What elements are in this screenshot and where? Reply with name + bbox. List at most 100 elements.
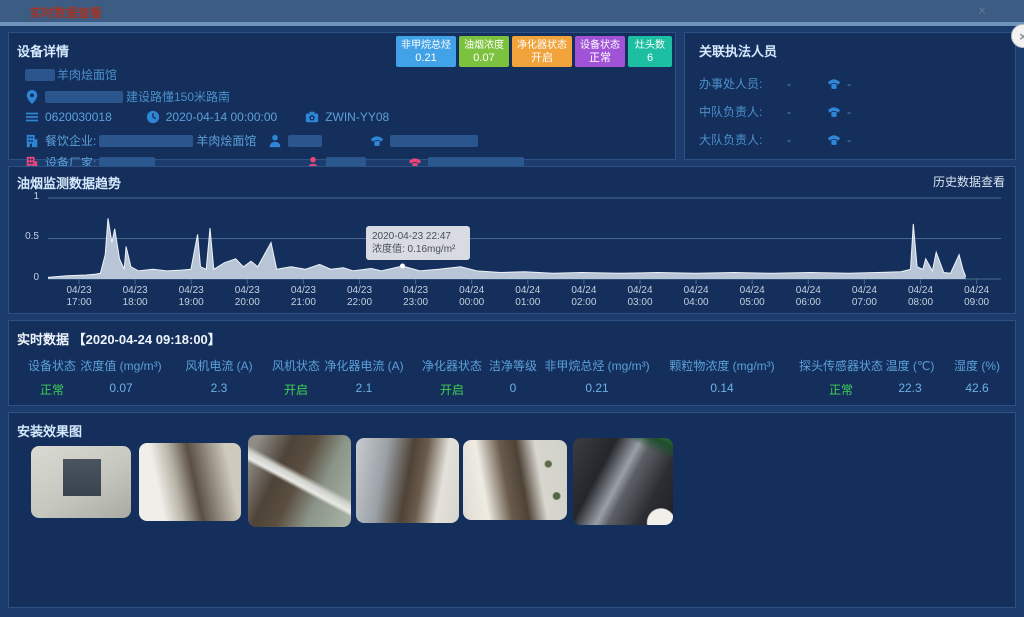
phone-icon: [827, 77, 841, 91]
realtime-field-value: 0: [489, 381, 537, 395]
trend-chart-panel: 油烟监测数据趋势 历史数据查看 1 0.5 0 04/23 17:0004/23…: [8, 166, 1016, 314]
x-tick-label: 04/24 03:00: [627, 285, 652, 309]
x-tick-label: 04/24 04:00: [684, 285, 709, 309]
tooltip-value: 浓度值: 0.16mg/m²: [372, 243, 464, 256]
company-row: 餐饮企业: 羊肉烩面馆: [25, 132, 478, 149]
chart-tooltip: 2020-04-23 22:47 浓度值: 0.16mg/m²: [366, 226, 470, 260]
y-tick-1: 1: [15, 191, 39, 202]
phone-icon: [827, 133, 841, 147]
install-photo[interactable]: [573, 438, 673, 525]
realtime-field: 净化器电流 (A) 2.1: [324, 357, 403, 395]
badge-label: 设备状态: [580, 40, 620, 52]
realtime-field: 设备状态 正常: [28, 357, 76, 398]
realtime-field-label: 净化器电流 (A): [324, 357, 403, 374]
enforcement-person-value: -: [787, 133, 827, 147]
badge-label: 非甲烷总烃: [401, 40, 451, 52]
badge-value: 0.21: [415, 52, 436, 64]
status-badge: 设备状态正常: [575, 36, 625, 67]
x-tick-label: 04/23 22:00: [347, 285, 372, 309]
x-tick-label: 04/24 09:00: [964, 285, 989, 309]
x-tick-label: 04/24 00:00: [459, 285, 484, 309]
realtime-field: 探头传感器状态 正常: [799, 357, 883, 398]
redacted-text: [45, 91, 123, 103]
realtime-field-value: 0.07: [80, 381, 161, 395]
realtime-field: 风机状态 开启: [272, 357, 320, 398]
status-badges: 非甲烷总烃0.21油烟浓度0.07净化器状态开启设备状态正常灶头数6: [396, 36, 672, 67]
x-tick-label: 04/24 07:00: [852, 285, 877, 309]
realtime-field-value: 正常: [28, 381, 76, 398]
realtime-field-label: 设备状态: [28, 357, 76, 374]
redacted-text: [390, 135, 478, 147]
camera-icon: [305, 110, 319, 124]
status-badge: 油烟浓度0.07: [459, 36, 509, 67]
badge-value: 正常: [589, 52, 611, 64]
enforcement-phone-value: -: [847, 105, 851, 119]
install-photo[interactable]: [463, 440, 567, 520]
dialog-title: 实时数据查看: [30, 4, 102, 21]
y-tick-05: 0.5: [15, 231, 39, 242]
x-tick-label: 04/23 17:00: [66, 285, 91, 309]
enforcement-row: 中队负责人: - -: [699, 103, 851, 120]
redacted-text: [99, 135, 193, 147]
realtime-field-label: 净化器状态: [422, 357, 482, 374]
phone-icon: [827, 105, 841, 119]
install-photo[interactable]: [248, 435, 351, 527]
x-tick-label: 04/24 01:00: [515, 285, 540, 309]
company-label: 餐饮企业:: [45, 132, 96, 149]
realtime-field-value: 正常: [799, 381, 883, 398]
realtime-field: 温度 (℃) 22.3: [886, 357, 935, 395]
titlebar-close-icon[interactable]: ×: [978, 2, 986, 18]
x-tick-label: 04/23 19:00: [179, 285, 204, 309]
install-photo[interactable]: [356, 438, 459, 523]
address-row: 建设路懂150米路南: [25, 88, 230, 105]
status-badge: 灶头数6: [628, 36, 672, 67]
y-tick-0: 0: [15, 272, 39, 283]
realtime-field: 洁净等级 0: [489, 357, 537, 395]
x-tick-label: 04/24 08:00: [908, 285, 933, 309]
realtime-field: 湿度 (%) 42.6: [954, 357, 1000, 395]
badge-value: 6: [647, 52, 653, 64]
realtime-field-value: 42.6: [954, 381, 1000, 395]
realtime-field-label: 探头传感器状态: [799, 357, 883, 374]
company-name: 羊肉烩面馆: [196, 132, 256, 149]
realtime-field-label: 湿度 (%): [954, 357, 1000, 374]
x-tick-label: 04/23 18:00: [123, 285, 148, 309]
install-photo[interactable]: [31, 446, 131, 518]
x-tick-label: 04/24 05:00: [740, 285, 765, 309]
realtime-field-value: 2.1: [324, 381, 403, 395]
realtime-field-label: 非甲烷总烃 (mg/m³): [544, 357, 649, 374]
enforcement-row: 大队负责人: - -: [699, 131, 851, 148]
device-id-row: 0620030018 2020-04-14 00:00:00 ZWIN-YY08: [25, 110, 389, 124]
x-tick-label: 04/24 02:00: [571, 285, 596, 309]
realtime-field-label: 温度 (℃): [886, 357, 935, 374]
install-photos-panel: 安装效果图: [8, 412, 1016, 608]
device-details-panel: 设备详情 非甲烷总烃0.21油烟浓度0.07净化器状态开启设备状态正常灶头数6 …: [8, 32, 676, 160]
x-tick-label: 04/24 06:00: [796, 285, 821, 309]
clock-icon: [146, 110, 160, 124]
history-data-link[interactable]: 历史数据查看: [933, 173, 1005, 190]
realtime-field-value: 开启: [272, 381, 320, 398]
realtime-field-label: 风机状态: [272, 357, 320, 374]
realtime-field-label: 洁净等级: [489, 357, 537, 374]
realtime-field: 浓度值 (mg/m³) 0.07: [80, 357, 161, 395]
redacted-text: [288, 135, 322, 147]
enforcement-panel: 关联执法人员 办事处人员: - - 中队负责人: - - 大队负责人: - -: [684, 32, 1016, 160]
install-photo[interactable]: [139, 443, 241, 521]
trend-area-chart[interactable]: [48, 195, 1001, 287]
badge-label: 净化器状态: [517, 40, 567, 52]
phone-icon: [370, 134, 384, 148]
enforcement-row: 办事处人员: - -: [699, 75, 851, 92]
enforcement-phone-value: -: [847, 77, 851, 91]
badge-value: 0.07: [473, 52, 494, 64]
x-tick-label: 04/23 20:00: [235, 285, 260, 309]
realtime-field-value: 22.3: [886, 381, 935, 395]
realtime-data-panel: 实时数据 【2020-04-24 09:18:00】 设备状态 正常 浓度值 (…: [8, 320, 1016, 406]
enforcement-person-value: -: [787, 77, 827, 91]
enforcement-role-label: 大队负责人:: [699, 131, 787, 148]
realtime-field-value: 开启: [422, 381, 482, 398]
enforcement-role-label: 办事处人员:: [699, 75, 787, 92]
realtime-field-label: 颗粒物浓度 (mg/m³): [669, 357, 774, 374]
redacted-text: [25, 69, 55, 81]
status-badge: 净化器状态开启: [512, 36, 572, 67]
realtime-timestamp: 【2020-04-24 09:18:00】: [73, 332, 221, 347]
